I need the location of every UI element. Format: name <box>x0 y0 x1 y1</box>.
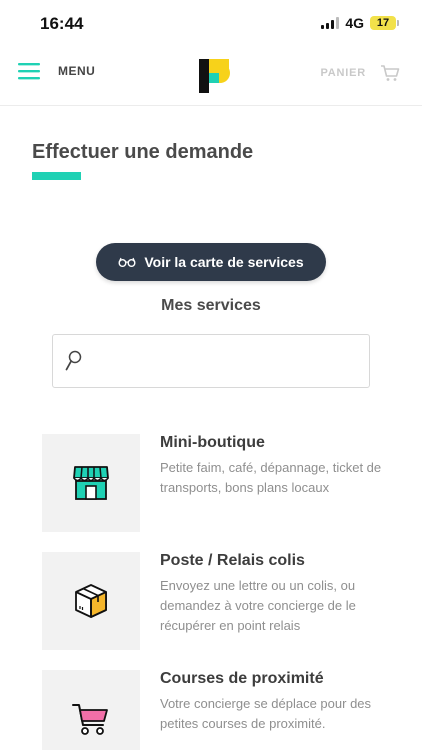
service-thumbnail <box>42 670 140 750</box>
status-bar: 16:44 4G 17 <box>0 0 422 48</box>
services-section-title: Mes services <box>161 297 261 314</box>
app-header: MENU PANIER <box>0 48 422 106</box>
view-service-map-button[interactable]: Voir la carte de services <box>96 243 326 281</box>
hamburger-icon <box>18 63 40 80</box>
cart-label: PANIER <box>320 67 366 79</box>
service-item-courses-de-proximite[interactable]: Courses de proximité Votre concierge se … <box>42 670 392 750</box>
service-title: Mini-boutique <box>160 434 265 451</box>
status-time: 16:44 <box>40 14 84 33</box>
service-item-poste-relais-colis[interactable]: Poste / Relais colis Envoyez une lettre … <box>42 552 392 652</box>
service-title: Poste / Relais colis <box>160 552 305 569</box>
network-label: 4G <box>345 15 364 31</box>
shopping-cart-icon <box>72 704 108 735</box>
battery-level: 17 <box>376 17 390 29</box>
page-title: Effectuer une demande <box>32 141 254 163</box>
status-indicators: 4G 17 <box>321 15 399 31</box>
title-underline <box>32 172 81 180</box>
search-icon <box>65 350 82 371</box>
brand-logo[interactable] <box>196 59 232 93</box>
service-description: Votre concierge se déplace pour des peti… <box>160 696 372 731</box>
search-input[interactable] <box>93 341 369 381</box>
glasses-icon <box>118 257 136 267</box>
menu-label: MENU <box>58 64 96 78</box>
shop-icon <box>73 466 109 500</box>
signal-icon <box>321 17 340 29</box>
menu-button[interactable]: MENU <box>18 62 95 80</box>
cart-button[interactable]: PANIER <box>320 64 400 82</box>
service-description: Petite faim, café, dépannage, ticket de … <box>160 460 382 495</box>
service-search-box[interactable] <box>52 334 370 388</box>
service-thumbnail <box>42 434 140 532</box>
package-icon <box>75 584 107 618</box>
battery-icon: 17 <box>370 16 399 30</box>
service-thumbnail <box>42 552 140 650</box>
service-description: Envoyez une lettre ou un colis, ou deman… <box>160 578 356 633</box>
cart-icon <box>381 65 400 81</box>
service-item-mini-boutique[interactable]: Mini-boutique Petite faim, café, dépanna… <box>42 434 392 534</box>
view-service-map-label: Voir la carte de services <box>144 254 304 270</box>
service-title: Courses de proximité <box>160 670 324 687</box>
